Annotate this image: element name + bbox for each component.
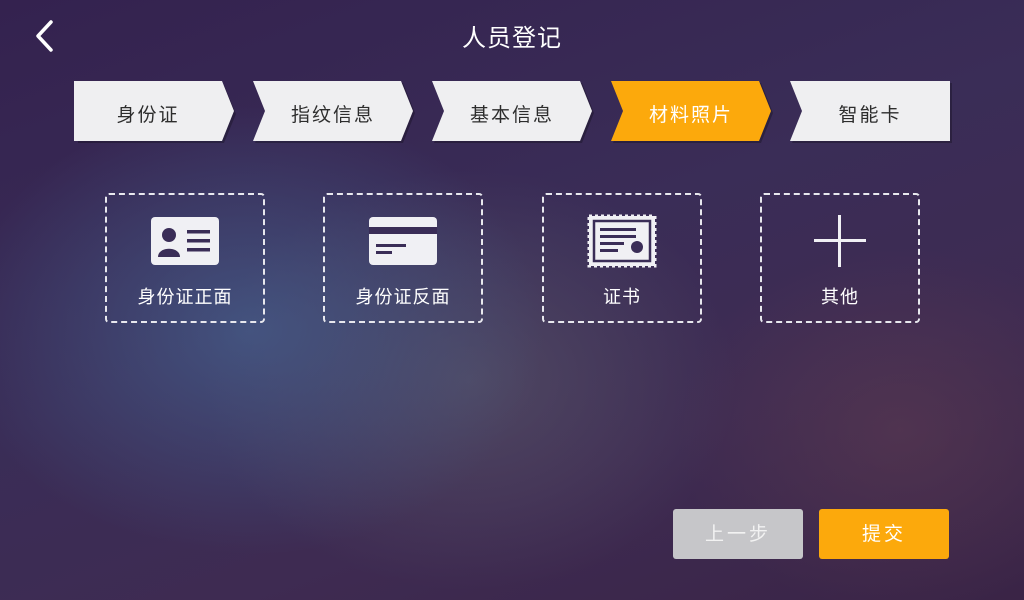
step-label: 基本信息 bbox=[469, 104, 554, 126]
step-label: 指纹信息 bbox=[290, 104, 375, 126]
step-material-photos[interactable]: 材料照片 bbox=[611, 81, 773, 143]
tile-other[interactable]: 其他 bbox=[760, 193, 920, 323]
certificate-icon bbox=[587, 214, 657, 268]
step-progress-bar: 身份证 指纹信息 基本信息 材料照片 智能卡 bbox=[74, 81, 952, 145]
tile-id-front[interactable]: 身份证正面 bbox=[105, 193, 265, 323]
submit-button[interactable]: 提交 bbox=[819, 509, 949, 559]
step-basic-info[interactable]: 基本信息 bbox=[432, 81, 594, 143]
step-id-card[interactable]: 身份证 bbox=[74, 81, 236, 143]
step-smart-card[interactable]: 智能卡 bbox=[790, 81, 952, 143]
material-photo-grid: 身份证正面 身份证反面 证书 其他 bbox=[105, 193, 921, 323]
tile-label: 其他 bbox=[821, 287, 859, 308]
step-label: 智能卡 bbox=[838, 104, 902, 126]
id-card-back-icon bbox=[369, 217, 437, 265]
plus-icon bbox=[814, 215, 866, 267]
tile-label: 身份证反面 bbox=[355, 287, 451, 308]
tile-id-back[interactable]: 身份证反面 bbox=[323, 193, 483, 323]
step-fingerprint[interactable]: 指纹信息 bbox=[253, 81, 415, 143]
step-label: 材料照片 bbox=[648, 104, 733, 126]
tile-label: 身份证正面 bbox=[137, 287, 233, 308]
page-title: 人员登记 bbox=[462, 24, 562, 52]
tile-certificate[interactable]: 证书 bbox=[542, 193, 702, 323]
tile-label: 证书 bbox=[603, 287, 641, 308]
id-card-front-icon bbox=[151, 217, 219, 265]
step-label: 身份证 bbox=[116, 104, 180, 126]
previous-step-button[interactable]: 上一步 bbox=[673, 509, 803, 559]
